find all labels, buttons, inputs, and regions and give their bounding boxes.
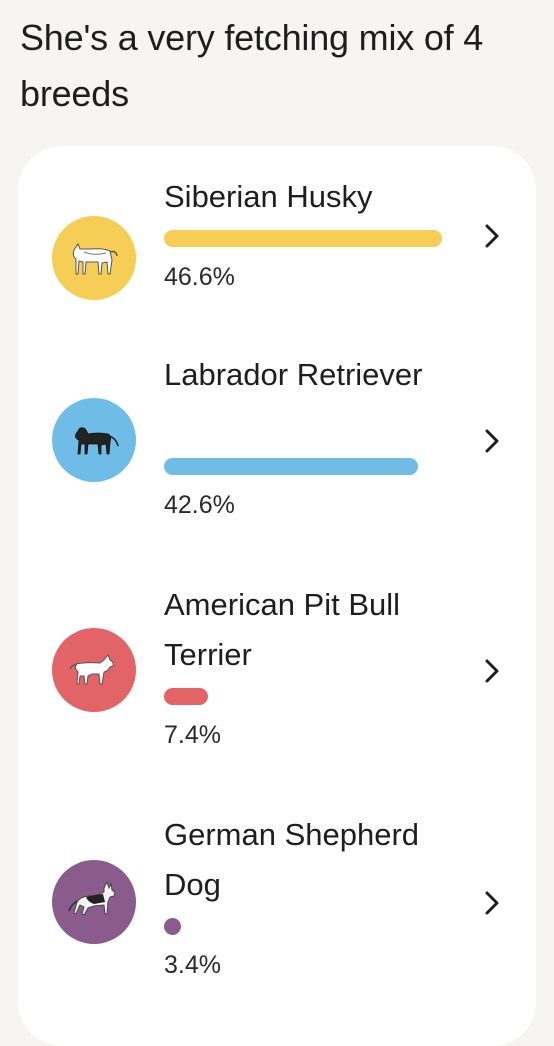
- chevron-right-icon[interactable]: [480, 221, 504, 251]
- breed-avatar: [52, 860, 136, 944]
- breed-avatar: [52, 398, 136, 482]
- breed-percent-bar: [164, 458, 442, 475]
- german-shepherd-dog-icon: [68, 880, 116, 916]
- pit-bull-dog-icon: [69, 654, 114, 685]
- breed-percent-bar: [164, 688, 442, 705]
- breed-name: Siberian Husky: [164, 179, 373, 214]
- breed-row-american-pit-bull-terrier[interactable]: American Pit Bull Terrier 7.4%: [18, 580, 536, 780]
- breed-percent-bar-fill: [164, 688, 208, 705]
- breed-row-german-shepherd-dog[interactable]: German Shepherd Dog 3.4%: [18, 810, 536, 1010]
- breed-row-siberian-husky[interactable]: Siberian Husky 46.6%: [18, 166, 536, 336]
- page-heading: She's a very fetching mix of 4 breeds: [20, 17, 484, 114]
- breed-list-card: Siberian Husky 46.6% Labrador Retriever …: [18, 146, 536, 1046]
- breed-name: German Shepherd Dog: [164, 817, 420, 902]
- labrador-dog-icon: [75, 427, 119, 455]
- chevron-right-icon[interactable]: [480, 656, 504, 686]
- chevron-right-icon[interactable]: [480, 888, 504, 918]
- breed-percent-bar: [164, 230, 442, 247]
- chevron-right-icon[interactable]: [480, 426, 504, 456]
- husky-dog-icon: [72, 242, 118, 275]
- breed-avatar: [52, 628, 136, 712]
- breed-percent-bar-fill: [164, 230, 442, 247]
- breed-name: Labrador Retriever: [164, 357, 423, 392]
- breed-avatar: [52, 216, 136, 300]
- breed-percent: 46.6%: [164, 263, 235, 291]
- breed-percent: 3.4%: [164, 951, 221, 979]
- breed-percent: 42.6%: [164, 491, 235, 519]
- breed-percent-bar: [164, 918, 442, 935]
- breed-name: American Pit Bull Terrier: [164, 587, 401, 672]
- breed-percent-bar-fill: [164, 918, 181, 935]
- breed-percent-bar-fill: [164, 458, 418, 475]
- breed-row-labrador-retriever[interactable]: Labrador Retriever 42.6%: [18, 350, 536, 550]
- breed-percent: 7.4%: [164, 721, 221, 749]
